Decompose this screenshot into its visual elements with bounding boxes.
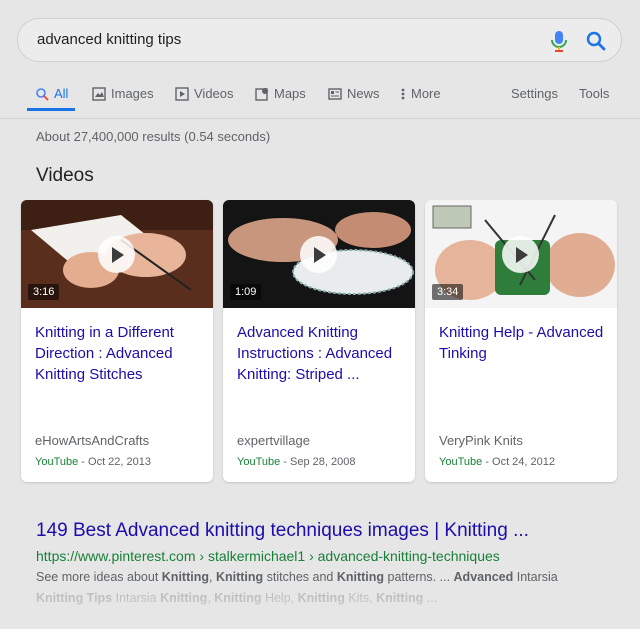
active-tab-indicator: [27, 108, 75, 111]
tab-news[interactable]: News: [328, 86, 380, 101]
tab-videos-label: Videos: [194, 86, 234, 101]
video-meta: YouTube - Sep 28, 2008: [237, 456, 355, 468]
video-duration: 1:09: [230, 284, 262, 300]
tab-maps[interactable]: Maps: [255, 86, 306, 101]
search-bar[interactable]: advanced knitting tips: [17, 18, 622, 62]
snippet-keyword: Knitting: [336, 570, 385, 584]
video-thumbnail[interactable]: 3:16: [21, 200, 213, 308]
search-icon[interactable]: [584, 29, 608, 53]
tab-images-label: Images: [111, 86, 154, 101]
tab-settings[interactable]: Settings: [511, 86, 558, 101]
play-button[interactable]: [502, 236, 539, 273]
tab-more[interactable]: More: [400, 86, 441, 101]
tab-all-label: All: [54, 86, 69, 101]
videos-heading: Videos: [36, 165, 94, 186]
play-icon: [111, 246, 124, 263]
image-icon: [92, 86, 106, 101]
bottom-fade: [0, 585, 640, 629]
snippet-text: patterns. ...: [384, 570, 454, 584]
snippet-text: See more ideas about: [36, 570, 162, 584]
video-thumbnail[interactable]: 1:09: [223, 200, 415, 308]
result-url[interactable]: https://www.pinterest.com › stalkermicha…: [36, 548, 500, 564]
search-icon: [35, 87, 49, 101]
video-date: - Oct 24, 2012: [482, 456, 555, 468]
more-vert-icon: [400, 87, 406, 101]
play-button[interactable]: [98, 236, 135, 273]
snippet-text: ,: [209, 570, 216, 584]
video-channel: expertvillage: [237, 433, 310, 448]
video-date: - Sep 28, 2008: [280, 456, 356, 468]
news-icon: [328, 87, 342, 101]
video-title-link[interactable]: Advanced Knitting Instructions : Advance…: [237, 322, 405, 385]
snippet-keyword: Knitting: [215, 570, 264, 584]
video-card[interactable]: 3:16 Knitting in a Different Direction :…: [21, 200, 213, 482]
result-title-link[interactable]: 149 Best Advanced knitting techniques im…: [36, 520, 529, 542]
video-source: YouTube: [439, 456, 483, 468]
video-title-link[interactable]: Knitting Help - Advanced Tinking: [439, 322, 607, 364]
tab-news-label: News: [347, 86, 380, 101]
video-meta: YouTube - Oct 22, 2013: [35, 456, 151, 468]
tab-tools-label: Tools: [579, 86, 610, 101]
tab-all[interactable]: All: [35, 86, 68, 101]
video-date: - Oct 22, 2013: [78, 456, 151, 468]
video-channel: eHowArtsAndCrafts: [35, 433, 150, 448]
search-input[interactable]: advanced knitting tips: [37, 31, 181, 48]
divider: [0, 118, 640, 119]
video-title-link[interactable]: Knitting in a Different Direction : Adva…: [35, 322, 203, 385]
video-channel: VeryPink Knits: [439, 433, 523, 448]
play-icon: [313, 246, 326, 263]
video-duration: 3:16: [28, 284, 60, 300]
snippet-text: stitches and: [263, 570, 337, 584]
snippet-text: Intarsia: [513, 570, 558, 584]
snippet-keyword: Knitting: [161, 570, 209, 584]
snippet-keyword: Advanced: [453, 570, 514, 584]
result-stats: About 27,400,000 results (0.54 seconds): [36, 129, 271, 144]
tab-maps-label: Maps: [274, 86, 306, 101]
video-duration: 3:34: [432, 284, 464, 300]
result-snippet-line-1: See more ideas about Knitting, Knitting …: [36, 570, 558, 584]
tab-more-label: More: [411, 86, 441, 101]
tab-settings-label: Settings: [511, 86, 558, 101]
video-meta: YouTube - Oct 24, 2012: [439, 456, 555, 468]
microphone-icon[interactable]: [548, 29, 570, 53]
tab-tools[interactable]: Tools: [579, 86, 609, 101]
video-card[interactable]: 1:09 Advanced Knitting Instructions : Ad…: [223, 200, 415, 482]
video-source: YouTube: [237, 456, 281, 468]
play-icon: [515, 246, 528, 263]
tab-images[interactable]: Images: [92, 86, 154, 101]
search-tabs: All Images Videos Maps News More Setting…: [0, 80, 640, 112]
map-icon: [255, 87, 269, 101]
video-thumbnail[interactable]: 3:34: [425, 200, 617, 308]
video-icon: [175, 86, 189, 101]
video-source: YouTube: [35, 456, 79, 468]
video-card[interactable]: 3:34 Knitting Help - Advanced Tinking Ve…: [425, 200, 617, 482]
play-button[interactable]: [300, 236, 337, 273]
tab-videos[interactable]: Videos: [175, 86, 234, 101]
